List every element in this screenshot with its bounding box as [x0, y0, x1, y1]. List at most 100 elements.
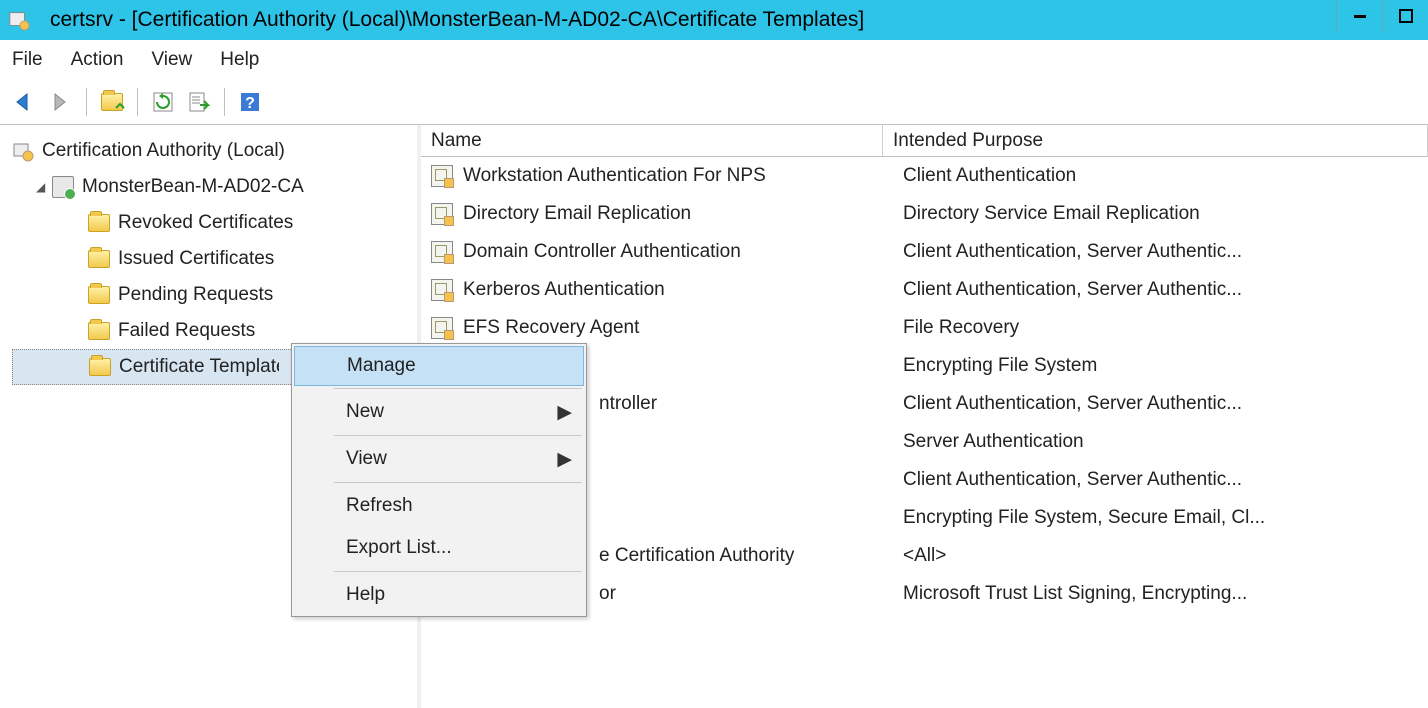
- list-row[interactable]: Domain Controller Authentication Client A…: [421, 233, 1428, 271]
- menu-help[interactable]: Help: [220, 49, 259, 71]
- cell-purpose: Directory Service Email Replication: [893, 203, 1428, 225]
- context-menu-separator: [334, 571, 582, 572]
- cm-label: Help: [346, 584, 385, 606]
- context-menu-refresh[interactable]: Refresh: [292, 485, 586, 527]
- back-button[interactable]: [10, 87, 40, 117]
- context-menu-view[interactable]: View ▶: [292, 438, 586, 480]
- tree-revoked[interactable]: Revoked Certificates: [12, 205, 413, 241]
- context-menu-separator: [334, 482, 582, 483]
- help-button[interactable]: ?: [235, 87, 265, 117]
- cell-purpose: Client Authentication, Server Authentic.…: [893, 469, 1428, 491]
- window-title: certsrv - [Certification Authority (Loca…: [50, 8, 864, 32]
- cell-purpose: Microsoft Trust List Signing, Encrypting…: [893, 583, 1428, 605]
- context-menu-manage[interactable]: Manage: [294, 346, 584, 386]
- tree-root-label: Certification Authority (Local): [42, 140, 285, 162]
- context-menu-separator: [334, 435, 582, 436]
- folder-icon: [89, 358, 111, 376]
- cell-name: Kerberos Authentication: [431, 279, 893, 301]
- cm-label: Export List...: [346, 537, 452, 559]
- list-row[interactable]: Directory Email Replication Directory Ser…: [421, 195, 1428, 233]
- tree-label: Revoked Certificates: [118, 212, 293, 234]
- titlebar[interactable]: certsrv - [Certification Authority (Loca…: [0, 0, 1428, 40]
- tree-ca-node[interactable]: ◢ MonsterBean-M-AD02-CA: [12, 169, 413, 205]
- svg-text:?: ?: [245, 95, 255, 112]
- cell-name-text: e Certification Authority: [599, 545, 794, 567]
- list-row[interactable]: Workstation Authentication For NPS Client…: [421, 157, 1428, 195]
- cell-name-text: Directory Email Replication: [463, 203, 691, 225]
- chevron-right-icon: ▶: [557, 401, 572, 424]
- context-menu-help[interactable]: Help: [292, 574, 586, 616]
- certificate-template-icon: [431, 241, 453, 263]
- cell-purpose: Client Authentication: [893, 165, 1428, 187]
- cell-name-text: Domain Controller Authentication: [463, 241, 741, 263]
- tree-issued[interactable]: Issued Certificates: [12, 241, 413, 277]
- context-menu: Manage New ▶ View ▶ Refresh Export List...…: [291, 343, 587, 617]
- column-header-purpose[interactable]: Intended Purpose: [883, 125, 1428, 156]
- cell-purpose: <All>: [893, 545, 1428, 567]
- forward-button[interactable]: [46, 87, 76, 117]
- toolbar-separator: [224, 88, 225, 116]
- chevron-right-icon: ▶: [557, 448, 572, 471]
- cell-name-text: Workstation Authentication For NPS: [463, 165, 766, 187]
- cell-name: EFS Recovery Agent: [431, 317, 893, 339]
- cm-label: New: [346, 401, 384, 423]
- certificate-template-icon: [431, 279, 453, 301]
- minimize-button[interactable]: [1336, 0, 1382, 32]
- toolbar-separator: [137, 88, 138, 116]
- menubar: File Action View Help: [0, 40, 1428, 80]
- cell-name: Workstation Authentication For NPS: [431, 165, 893, 187]
- ca-root-icon: [12, 140, 34, 162]
- list-row[interactable]: Kerberos Authentication Client Authentica…: [421, 271, 1428, 309]
- cm-label: View: [346, 448, 387, 470]
- ca-server-icon: [52, 176, 74, 198]
- tree-root[interactable]: Certification Authority (Local): [12, 133, 413, 169]
- maximize-button[interactable]: [1382, 0, 1428, 32]
- export-button[interactable]: [184, 87, 214, 117]
- cell-purpose: Encrypting File System: [893, 355, 1428, 377]
- toolbar: ?: [0, 80, 1428, 125]
- expand-icon[interactable]: ◢: [36, 180, 48, 194]
- tree-pane: Certification Authority (Local) ◢ Monste…: [0, 125, 421, 708]
- cell-purpose: Client Authentication, Server Authentic.…: [893, 279, 1428, 301]
- folder-icon: [88, 214, 110, 232]
- tree-label: Pending Requests: [118, 284, 273, 306]
- list-row[interactable]: EFS Recovery AgentFile Recovery: [421, 309, 1428, 347]
- cell-purpose: Client Authentication, Server Authentic.…: [893, 241, 1428, 263]
- content-area: Certification Authority (Local) ◢ Monste…: [0, 125, 1428, 708]
- menu-file[interactable]: File: [12, 49, 43, 71]
- refresh-button[interactable]: [148, 87, 178, 117]
- cell-name-text: ntroller: [599, 393, 657, 415]
- cell-purpose: Server Authentication: [893, 431, 1428, 453]
- toolbar-separator: [86, 88, 87, 116]
- certificate-template-icon: [431, 165, 453, 187]
- certificate-template-icon: [431, 317, 453, 339]
- up-button[interactable]: [97, 87, 127, 117]
- list-header: Name Intended Purpose: [421, 125, 1428, 157]
- cell-purpose: Encrypting File System, Secure Email, Cl…: [893, 507, 1428, 529]
- cm-label: Manage: [347, 355, 416, 377]
- tree-label: Certificate Templates: [119, 356, 279, 378]
- menu-view[interactable]: View: [151, 49, 192, 71]
- cell-name-text: EFS Recovery Agent: [463, 317, 639, 339]
- cell-name: Domain Controller Authentication: [431, 241, 893, 263]
- app-icon: [8, 9, 30, 31]
- tree-ca-label: MonsterBean-M-AD02-CA: [82, 176, 304, 198]
- tree-label: Issued Certificates: [118, 248, 274, 270]
- context-menu-separator: [334, 388, 582, 389]
- context-menu-export[interactable]: Export List...: [292, 527, 586, 569]
- column-header-name[interactable]: Name: [421, 125, 883, 156]
- context-menu-new[interactable]: New ▶: [292, 391, 586, 433]
- tree-pending[interactable]: Pending Requests: [12, 277, 413, 313]
- folder-icon: [88, 286, 110, 304]
- folder-icon: [88, 250, 110, 268]
- col-label: Intended Purpose: [893, 130, 1043, 152]
- menu-action[interactable]: Action: [71, 49, 124, 71]
- cell-name-text: Kerberos Authentication: [463, 279, 665, 301]
- cm-label: Refresh: [346, 495, 413, 517]
- folder-icon: [88, 322, 110, 340]
- col-label: Name: [431, 130, 482, 152]
- cell-purpose: Client Authentication, Server Authentic.…: [893, 393, 1428, 415]
- tree-label: Failed Requests: [118, 320, 255, 342]
- cell-name: Directory Email Replication: [431, 203, 893, 225]
- certificate-template-icon: [431, 203, 453, 225]
